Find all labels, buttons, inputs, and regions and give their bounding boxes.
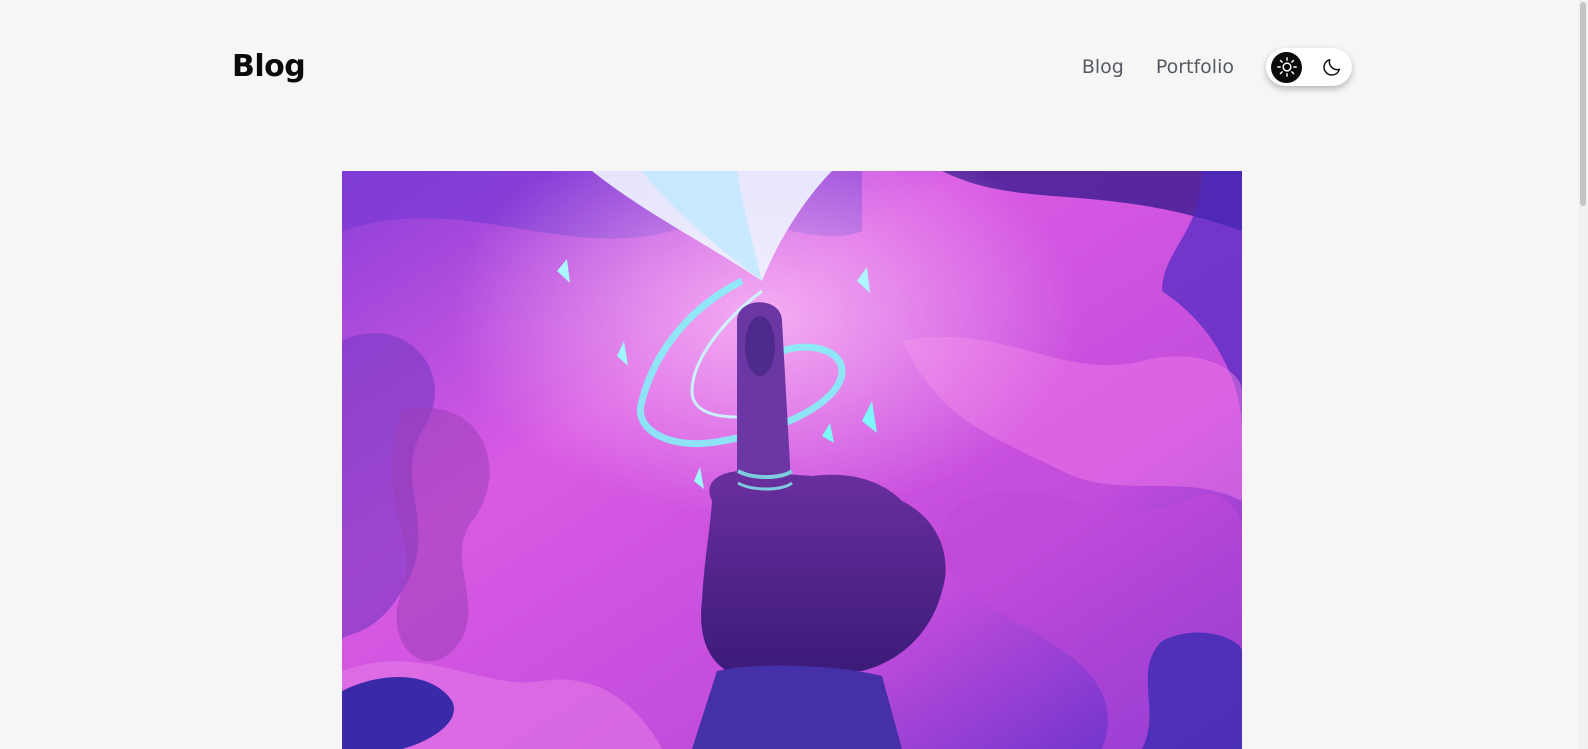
scrollbar-thumb[interactable] bbox=[1580, 2, 1586, 206]
fingernail bbox=[745, 316, 775, 376]
nav-link-portfolio[interactable]: Portfolio bbox=[1156, 56, 1234, 78]
page: Blog Blog Portfolio bbox=[0, 0, 1588, 749]
theme-toggle bbox=[1266, 48, 1352, 86]
page-scrollbar[interactable] bbox=[1578, 0, 1588, 749]
light-mode-button[interactable] bbox=[1271, 51, 1302, 83]
sleeve bbox=[692, 665, 902, 749]
moon-icon bbox=[1322, 58, 1340, 76]
main-nav: Blog Portfolio bbox=[1082, 46, 1352, 88]
hero-illustration bbox=[342, 171, 1242, 749]
nav-link-blog[interactable]: Blog bbox=[1082, 56, 1124, 78]
site-header: Blog Blog Portfolio bbox=[232, 46, 1352, 90]
hero-image bbox=[342, 171, 1242, 749]
site-title[interactable]: Blog bbox=[232, 46, 306, 88]
dark-mode-button[interactable] bbox=[1316, 52, 1347, 83]
sun-icon bbox=[1276, 57, 1297, 77]
